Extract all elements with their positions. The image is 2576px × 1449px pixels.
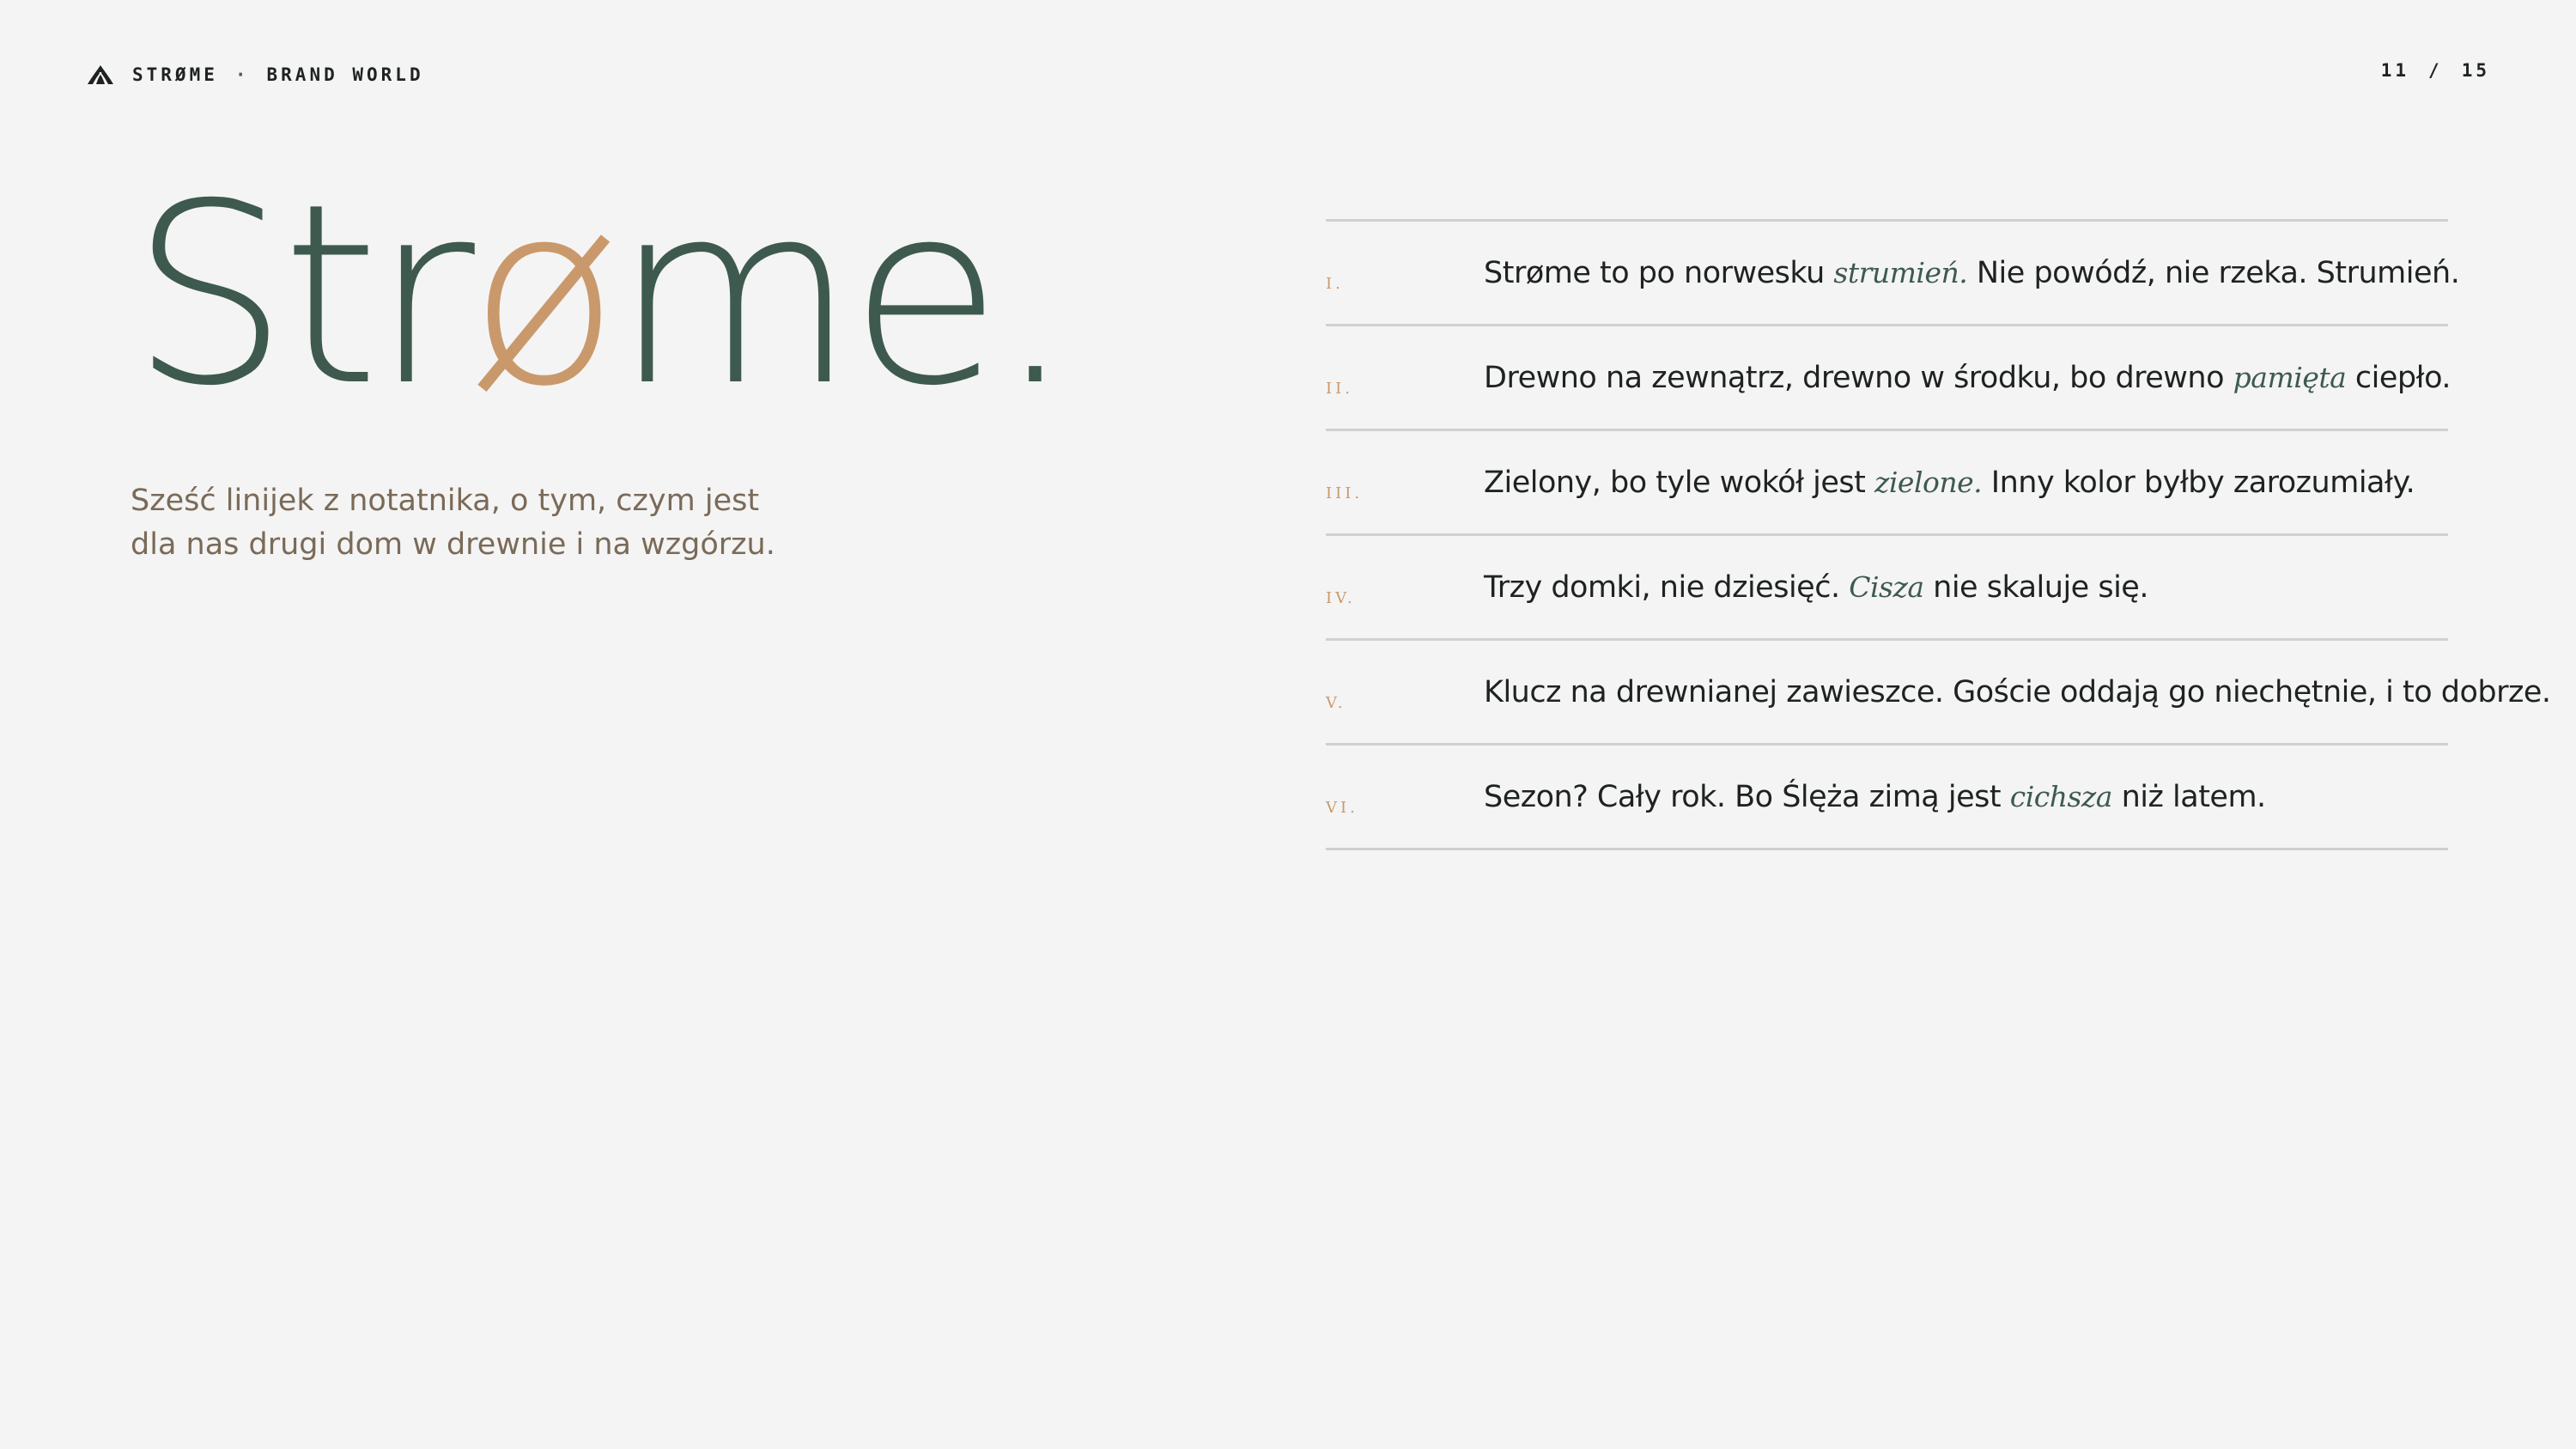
note-text-start: Sezon? Cały rok. Bo Ślęża zimą jest [1484,780,2010,814]
note-numeral: II. [1326,380,1353,398]
note-text-italic: cichsza [2009,780,2113,813]
note-text-italic: strumień. [1833,256,1968,289]
wordmark-accent-letter: ø [468,151,620,441]
note-text-end: ciepło. [2346,361,2451,395]
note-text-start: Trzy domki, nie dziesięć. [1484,570,1850,605]
note-text: Klucz na drewnianej zawieszce. Goście od… [1484,675,2551,709]
page-total: 15 [2461,60,2490,81]
note-text: Strøme to po norwesku strumień. Nie powó… [1484,256,2460,290]
section-name: BRAND WORLD [266,64,424,85]
note-text: Trzy domki, nie dziesięć. Cisza nie skal… [1484,570,2148,605]
note-text: Sezon? Cały rok. Bo Ślęża zimą jest cich… [1484,780,2266,814]
note-text-start: Zielony, bo tyle wokół jest [1484,466,1874,500]
note-text-italic: pamięta [2233,361,2347,394]
note-numeral: VI. [1326,799,1358,817]
note-numeral: III. [1326,484,1364,502]
note-numeral: I. [1326,275,1344,293]
note-text-start: Klucz na drewnianej zawieszce. Goście od… [1484,675,2551,709]
note-text: Drewno na zewnątrz, drewno w środku, bo … [1484,361,2451,395]
note-line: V. Klucz na drewnianej zawieszce. Goście… [1326,641,2551,746]
brand-separator: · [234,64,250,85]
wordmark-dot: . [995,151,1074,441]
note-text-start: Drewno na zewnątrz, drewno w środku, bo … [1484,361,2233,395]
note-line: III. Zielony, bo tyle wokół jest zielone… [1326,431,2448,536]
note-text-end: nie skaluje się. [1923,570,2148,605]
wordmark-title: Strøme. [131,172,1075,421]
note-text-end: niż latem. [2112,780,2267,814]
note-text-italic: zielone. [1874,466,1983,499]
page-counter: 11 / 15 [2381,60,2490,81]
note-line: VI. Sezon? Cały rok. Bo Ślęża zimą jest … [1326,746,2448,850]
note-numeral: IV. [1326,589,1356,607]
note-text-italic: Cisza [1849,570,1924,604]
wordmark-part-start: Str [131,151,475,441]
notebook-lines-list: I. Strøme to po norwesku strumień. Nie p… [1326,219,2551,850]
note-text-start: Strøme to po norwesku [1484,256,1834,290]
wordmark-part-end: me [613,151,1002,441]
top-bar: STRØME · BRAND WORLD [86,64,424,86]
note-text-end: Inny kolor byłby zarozumiały. [1982,466,2415,500]
note-line: IV. Trzy domki, nie dziesięć. Cisza nie … [1326,536,2448,641]
leaf-mark-icon [86,64,115,86]
brand-name: STRØME [132,64,218,85]
page-separator: / [2428,60,2443,81]
note-text-end: Nie powódź, nie rzeka. Strumień. [1967,256,2460,290]
note-text: Zielony, bo tyle wokół jest zielone. Inn… [1484,466,2415,500]
brand-label: STRØME · BRAND WORLD [132,64,424,85]
page-current: 11 [2380,60,2410,81]
note-line: I. Strøme to po norwesku strumień. Nie p… [1326,222,2460,326]
subtitle: Sześć linijek z notatnika, o tym, czym j… [131,484,775,562]
note-line: II. Drewno na zewnątrz, drewno w środku,… [1326,326,2451,431]
note-numeral: V. [1326,694,1346,712]
